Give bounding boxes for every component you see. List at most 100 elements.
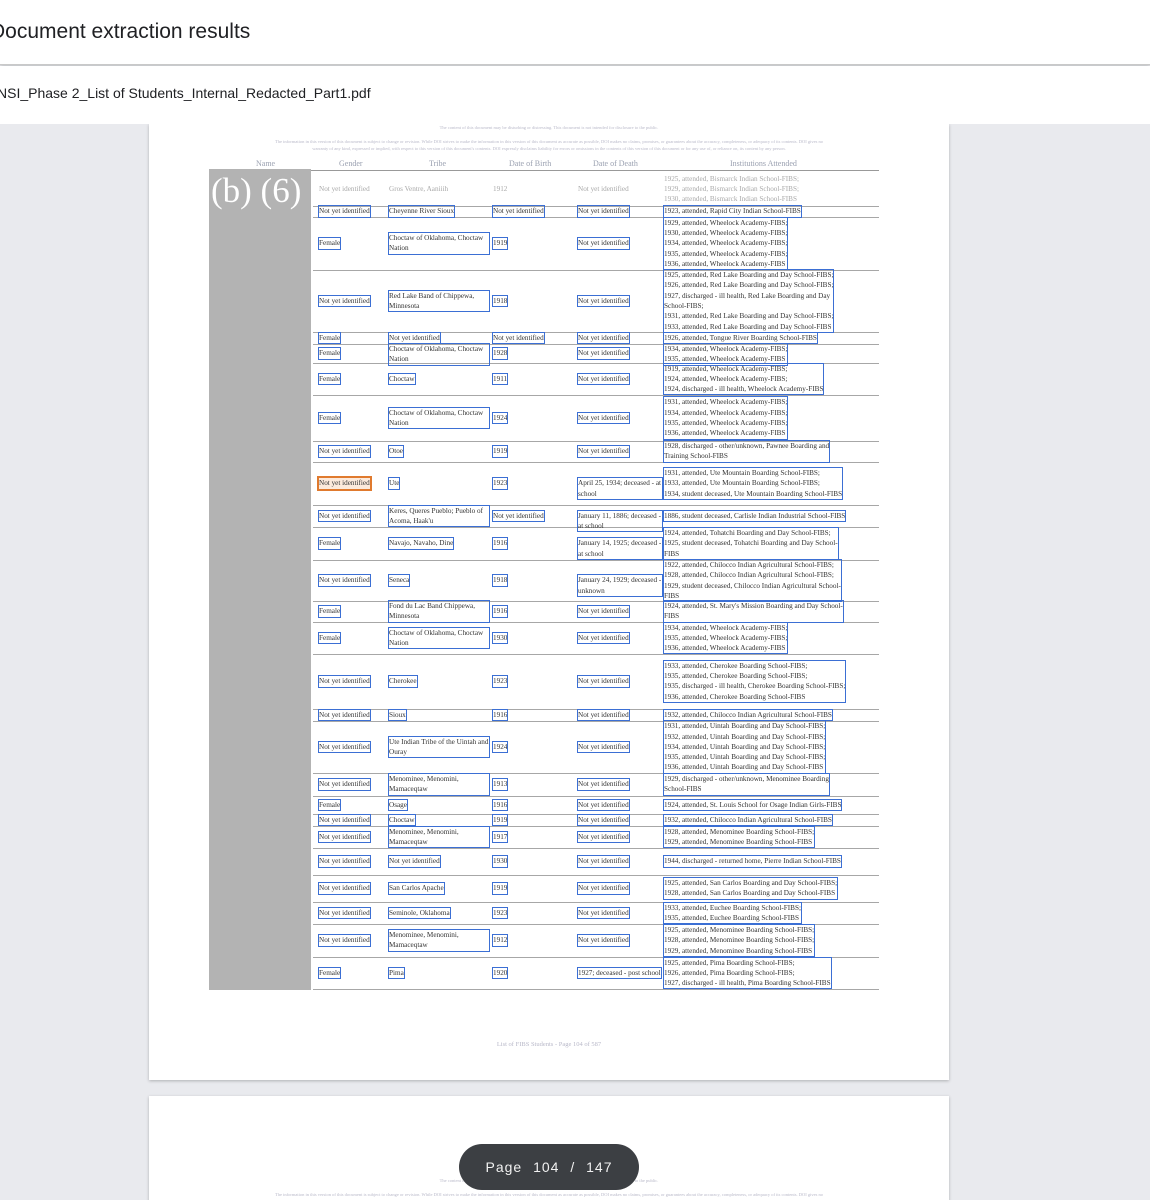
cell-gender[interactable]: Not yet identified — [318, 740, 371, 754]
cell-inst[interactable]: 1929, attended, Wheelock Academy-FIBS; 1… — [662, 216, 789, 271]
cell-tribe[interactable]: Otoe — [388, 445, 404, 458]
cell-inst[interactable]: 1925, attended, San Carlos Boarding and … — [662, 877, 839, 900]
cell-dod[interactable]: Not yet identified — [577, 372, 630, 386]
cell-dod[interactable]: Not yet identified — [577, 605, 630, 618]
cell-dob[interactable]: 1919 — [491, 445, 509, 458]
cell-dob[interactable]: 1912 — [491, 934, 509, 947]
cell-dob[interactable]: 1917 — [491, 830, 509, 844]
cell-dob[interactable]: 1930 — [491, 855, 509, 868]
cell-dob[interactable]: 1920 — [491, 966, 509, 980]
cell-gender[interactable]: Female — [317, 798, 342, 812]
cell-tribe[interactable]: Ute Indian Tribe of the Uintah and Ouray — [388, 735, 490, 759]
cell-inst[interactable]: 1929, discharged - other/unknown, Menomi… — [663, 773, 830, 796]
cell-gender[interactable]: Not yet identified — [317, 476, 372, 491]
cell-inst[interactable]: 1924, attended, Tohatchi Boarding and Da… — [663, 527, 839, 560]
cell-gender[interactable]: Not yet identified — [318, 830, 371, 844]
cell-dob[interactable]: 1919 — [491, 237, 509, 250]
cell-gender[interactable]: Female — [317, 631, 342, 645]
cell-tribe[interactable]: Red Lake Band of Chippewa, Minnesota — [388, 289, 490, 313]
cell-tribe[interactable]: Ute — [387, 477, 401, 490]
cell-dob[interactable]: 1916 — [491, 708, 509, 722]
cell-dob[interactable]: 1923 — [491, 675, 509, 688]
cell-gender[interactable]: Female — [317, 605, 342, 618]
cell-tribe[interactable]: Keres, Queres Pueblo; Pueblo of Acoma, H… — [388, 504, 490, 528]
cell-tribe[interactable]: Menominee, Menomini, Mamaceqtaw — [388, 773, 490, 796]
cell-dod[interactable]: 1927; deceased - post school — [577, 966, 662, 980]
cell-gender[interactable]: Not yet identified — [318, 205, 371, 218]
cell-tribe[interactable]: Choctaw of Oklahoma, Choctaw Nation — [388, 232, 490, 255]
cell-tribe[interactable]: Not yet identified — [388, 331, 441, 345]
cell-dob[interactable]: 1928 — [491, 347, 509, 360]
cell-gender[interactable]: Not yet identified — [318, 574, 371, 587]
cell-dod[interactable]: Not yet identified — [577, 934, 630, 947]
cell-inst[interactable]: 1923, attended, Rapid City Indian School… — [663, 205, 802, 218]
cell-dob[interactable]: 1916 — [491, 537, 509, 550]
cell-gender[interactable]: Female — [317, 237, 342, 250]
cell-dod[interactable]: Not yet identified — [577, 855, 630, 868]
cell-inst[interactable]: 1922, attended, Chilocco Indian Agricult… — [663, 558, 842, 603]
cell-dod[interactable]: Not yet identified — [577, 708, 630, 722]
cell-inst[interactable]: 1934, attended, Wheelock Academy-FIBS; 1… — [662, 621, 789, 655]
cell-tribe[interactable]: Choctaw — [388, 372, 416, 386]
cell-gender[interactable]: Female — [317, 372, 342, 386]
cell-dob[interactable]: 1923 — [491, 477, 509, 490]
cell-tribe[interactable]: Choctaw of Oklahoma, Choctaw Nation — [388, 626, 490, 650]
cell-tribe[interactable]: Seneca — [387, 574, 411, 587]
cell-dod[interactable]: Not yet identified — [577, 205, 630, 218]
cell-inst[interactable]: 1919, attended, Wheelock Academy-FIBS; 1… — [662, 362, 825, 396]
cell-inst[interactable]: 1928, attended, Menominee Boarding Schoo… — [662, 825, 816, 849]
cell-gender[interactable]: Female — [317, 331, 342, 345]
cell-tribe[interactable]: Fond du Lac Band Chippewa, Minnesota — [388, 600, 490, 623]
cell-gender[interactable]: Not yet identified — [318, 445, 371, 458]
cell-dod[interactable]: January 24, 1929; deceased - unknown — [577, 574, 663, 597]
cell-dob[interactable]: 1918 — [491, 574, 509, 587]
cell-tribe[interactable]: Not yet identified — [388, 855, 441, 868]
cell-tribe[interactable]: Menominee, Menomini, Mamaceqtaw — [388, 929, 490, 952]
cell-tribe[interactable]: Navajo, Navaho, Dine — [387, 537, 455, 550]
cell-dod[interactable]: Not yet identified — [577, 411, 630, 425]
cell-tribe[interactable]: Pima — [388, 966, 405, 980]
cell-inst[interactable]: 1932, attended, Chilocco Indian Agricult… — [663, 708, 833, 722]
cell-dod[interactable]: Not yet identified — [577, 631, 630, 645]
cell-dod[interactable]: January 14, 1925; deceased - at school — [577, 537, 663, 560]
cell-dob[interactable]: 1923 — [491, 906, 509, 920]
cell-inst[interactable]: 1931, attended, Wheelock Academy-FIBS; 1… — [662, 396, 789, 440]
cell-gender[interactable]: Not yet identified — [318, 813, 371, 827]
cell-inst[interactable]: 1924, attended, St. Mary's Mission Board… — [663, 600, 844, 623]
cell-dod[interactable]: Not yet identified — [577, 294, 630, 308]
cell-dob[interactable]: 1913 — [491, 778, 509, 791]
cell-dod[interactable]: Not yet identified — [577, 778, 630, 791]
cell-inst[interactable]: 1931, attended, Ute Mountain Boarding Sc… — [662, 467, 844, 500]
cell-gender[interactable]: Not yet identified — [318, 708, 371, 722]
cell-gender[interactable]: Not yet identified — [318, 778, 371, 791]
page-indicator[interactable]: Page 104 / 147 — [459, 1144, 639, 1190]
cell-dob[interactable]: 1930 — [491, 631, 509, 645]
cell-gender[interactable]: Not yet identified — [318, 509, 371, 523]
cell-dob[interactable]: 1924 — [491, 740, 509, 754]
cell-inst[interactable]: 1928, discharged - other/unknown, Pawnee… — [662, 440, 831, 463]
cell-gender[interactable]: Female — [317, 966, 342, 980]
cell-inst[interactable]: 1925, attended, Menominee Boarding Schoo… — [662, 924, 816, 957]
cell-gender[interactable]: Not yet identified — [318, 934, 371, 947]
cell-inst[interactable]: 1933, attended, Cherokee Boarding School… — [662, 659, 847, 704]
cell-tribe[interactable]: Seminole, Oklahoma — [388, 906, 451, 920]
cell-tribe[interactable]: Choctaw of Oklahoma, Choctaw Nation — [388, 406, 490, 430]
cell-dod[interactable]: Not yet identified — [577, 331, 630, 345]
cell-inst[interactable]: 1932, attended, Chilocco Indian Agricult… — [663, 813, 833, 827]
cell-gender[interactable]: Female — [317, 347, 342, 360]
cell-dod[interactable]: Not yet identified — [577, 740, 630, 754]
cell-inst[interactable]: 1925, attended, Pima Boarding School-FIB… — [663, 956, 832, 990]
cell-tribe[interactable]: Cheyenne River Sioux — [387, 205, 456, 218]
cell-dob[interactable]: 1916 — [491, 798, 509, 812]
cell-dod[interactable]: Not yet identified — [577, 445, 630, 458]
cell-dob[interactable]: Not yet identified — [492, 205, 545, 218]
cell-tribe[interactable]: Sioux — [388, 708, 407, 722]
cell-dod[interactable]: Not yet identified — [577, 237, 630, 250]
cell-dob[interactable]: 1919 — [491, 813, 509, 827]
cell-dob[interactable]: 1918 — [491, 294, 509, 308]
cell-inst[interactable]: 1934, attended, Wheelock Academy-FIBS; 1… — [662, 343, 789, 366]
cell-gender[interactable]: Not yet identified — [318, 855, 371, 868]
cell-dob[interactable]: 1919 — [491, 882, 509, 895]
cell-gender[interactable]: Female — [317, 537, 342, 550]
cell-dod[interactable]: Not yet identified — [577, 798, 630, 812]
